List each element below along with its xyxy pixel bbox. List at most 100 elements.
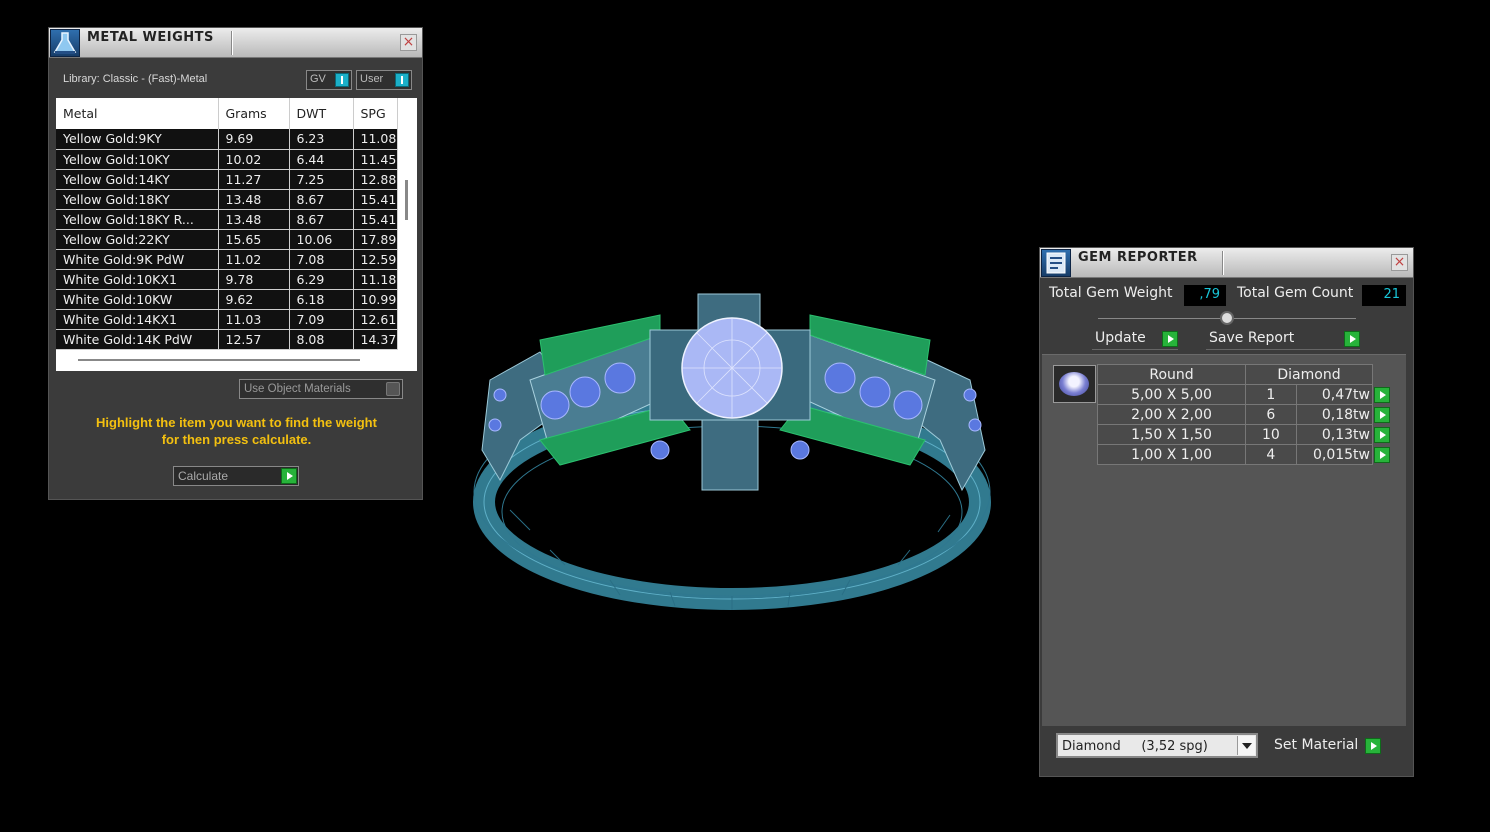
metal-name-cell: White Gold:10KW <box>56 289 219 310</box>
calculate-label: Calculate <box>178 469 229 483</box>
gem-size-cell: 2,00 X 2,00 <box>1097 404 1246 425</box>
chevron-down-icon[interactable] <box>1237 736 1255 755</box>
material-select[interactable]: Diamond (3,52 spg) <box>1056 733 1258 758</box>
gem-list-area: Round Diamond 5,00 X 5,00 1 0,47tw 2,00 X 2… <box>1042 354 1406 726</box>
metal-name-cell: White Gold:14K PdW <box>56 329 219 350</box>
set-material-label: Set Material <box>1274 737 1359 753</box>
calculate-button[interactable]: Calculate <box>173 466 299 486</box>
set-material-button[interactable]: Set Material <box>1271 737 1381 757</box>
gem-count-cell: 1 <box>1245 384 1297 405</box>
table-row[interactable]: White Gold:10KX1 9.78 6.29 11.18 <box>56 269 398 290</box>
table-row[interactable]: White Gold:14KX1 11.03 7.09 12.61 <box>56 309 398 330</box>
table-row[interactable]: 1,50 X 1,50 10 0,13tw <box>1097 424 1391 445</box>
grams-cell: 11.03 <box>218 309 290 330</box>
gem-reporter-close-button[interactable]: × <box>1391 254 1408 271</box>
select-gem-row-button[interactable] <box>1373 425 1391 445</box>
metal-weights-titlebar[interactable]: METAL WEIGHTS × <box>49 28 422 58</box>
dwt-cell: 8.67 <box>289 209 354 230</box>
slider-handle[interactable] <box>1220 311 1234 325</box>
horizontal-scrollbar[interactable] <box>78 359 360 361</box>
metal-table-header: Metal Grams DWT SPG <box>56 98 398 129</box>
material-select-value: Diamond (3,52 spg) <box>1062 739 1208 754</box>
round-gem-icon <box>1059 372 1089 396</box>
radio-dot-icon[interactable] <box>386 382 400 396</box>
update-button[interactable]: Update <box>1092 330 1178 350</box>
table-row[interactable]: Yellow Gold:14KY 11.27 7.25 12.88 <box>56 169 398 190</box>
select-gem-row-button[interactable] <box>1373 405 1391 425</box>
metal-name-cell: Yellow Gold:10KY <box>56 149 219 170</box>
table-row[interactable]: Yellow Gold:9KY 9.69 6.23 11.08 <box>56 129 398 150</box>
toggle-knob-icon <box>395 73 409 87</box>
library-label: Library: Classic - (Fast)-Metal <box>63 73 208 85</box>
dwt-cell: 6.18 <box>289 289 354 310</box>
user-toggle[interactable]: User <box>356 70 412 90</box>
table-row[interactable]: 5,00 X 5,00 1 0,47tw <box>1097 384 1391 405</box>
play-arrow-icon[interactable] <box>1374 386 1390 403</box>
save-report-button[interactable]: Save Report <box>1206 330 1360 350</box>
table-row[interactable]: Yellow Gold:18KY 13.48 8.67 15.41 <box>56 189 398 210</box>
user-toggle-label: User <box>360 73 384 85</box>
spg-cell: 12.88 <box>353 169 398 190</box>
total-gem-count-value: 21 <box>1362 285 1406 306</box>
gem-weight-cell: 0,18tw <box>1295 404 1374 425</box>
table-row[interactable]: White Gold:10KW 9.62 6.18 10.99 <box>56 289 398 310</box>
gem-size-cell: 5,00 X 5,00 <box>1097 384 1246 405</box>
gem-table: Round Diamond 5,00 X 5,00 1 0,47tw 2,00 X 2… <box>1097 364 1391 465</box>
play-arrow-icon[interactable] <box>1374 406 1390 423</box>
dwt-cell: 10.06 <box>289 229 354 250</box>
table-row[interactable]: 2,00 X 2,00 6 0,18tw <box>1097 404 1391 425</box>
table-row[interactable]: Yellow Gold:10KY 10.02 6.44 11.45 <box>56 149 398 170</box>
play-arrow-icon[interactable] <box>1365 738 1381 754</box>
calculate-hint: Highlight the item you want to find the … <box>63 414 410 448</box>
total-gem-weight-label: Total Gem Weight <box>1049 285 1173 301</box>
metal-name-cell: White Gold:14KX1 <box>56 309 219 330</box>
gem-reporter-titlebar[interactable]: GEM REPORTER × <box>1040 248 1413 278</box>
gem-reporter-panel: GEM REPORTER × Total Gem Weight ,79 Tota… <box>1039 247 1414 777</box>
column-header-metal[interactable]: Metal <box>56 98 219 129</box>
hint-line-2: for then press calculate. <box>161 432 312 447</box>
gem-table-header: Round Diamond <box>1097 364 1391 385</box>
gem-count-cell: 4 <box>1245 444 1297 465</box>
spg-cell: 11.45 <box>353 149 398 170</box>
play-arrow-icon[interactable] <box>1344 331 1360 347</box>
title-separator <box>231 31 233 55</box>
play-arrow-icon[interactable] <box>281 468 297 484</box>
table-row[interactable]: White Gold:9K PdW 11.02 7.08 12.59 <box>56 249 398 270</box>
metal-table: Metal Grams DWT SPG Yellow Gold:9KY 9.69 6… <box>56 98 398 350</box>
play-arrow-icon[interactable] <box>1374 446 1391 463</box>
gem-weight-cell: 0,13tw <box>1295 424 1374 445</box>
play-arrow-icon[interactable] <box>1162 331 1178 347</box>
select-gem-row-button[interactable] <box>1373 445 1391 465</box>
gem-report-icon <box>1041 249 1071 277</box>
grams-cell: 13.48 <box>218 189 290 210</box>
table-row[interactable]: 1,00 X 1,00 4 0,015tw <box>1097 444 1391 465</box>
gem-weight-cell: 0,47tw <box>1295 384 1374 405</box>
gem-thumbnail[interactable] <box>1053 365 1096 403</box>
3d-viewport[interactable] <box>470 280 1000 620</box>
grams-cell: 11.27 <box>218 169 290 190</box>
gv-toggle[interactable]: GV <box>306 70 352 90</box>
metal-name-cell: Yellow Gold:14KY <box>56 169 219 190</box>
table-row[interactable]: Yellow Gold:22KY 15.65 10.06 17.89 <box>56 229 398 250</box>
vertical-scrollbar[interactable] <box>405 180 408 220</box>
metal-name-cell: Yellow Gold:18KY R... <box>56 209 219 230</box>
grams-cell: 9.62 <box>218 289 290 310</box>
gem-size-cell: 1,50 X 1,50 <box>1097 424 1246 445</box>
spg-cell: 15.41 <box>353 209 398 230</box>
gem-count-cell: 10 <box>1245 424 1297 445</box>
dwt-cell: 8.67 <box>289 189 354 210</box>
table-row[interactable]: Yellow Gold:18KY R... 13.48 8.67 15.41 <box>56 209 398 230</box>
column-header-dwt[interactable]: DWT <box>289 98 354 129</box>
select-gem-row-button[interactable] <box>1373 385 1391 405</box>
grams-cell: 13.48 <box>218 209 290 230</box>
metal-table-container[interactable]: Metal Grams DWT SPG Yellow Gold:9KY 9.69 6… <box>56 98 417 371</box>
table-row[interactable]: White Gold:14K PdW 12.57 8.08 14.37 <box>56 329 398 350</box>
column-header-spg[interactable]: SPG <box>353 98 398 129</box>
total-gem-count-label: Total Gem Count <box>1237 285 1354 301</box>
use-object-materials-field[interactable]: Use Object Materials <box>239 379 403 399</box>
column-header-grams[interactable]: Grams <box>218 98 290 129</box>
metal-name-cell: Yellow Gold:18KY <box>56 189 219 210</box>
metal-weights-close-button[interactable]: × <box>400 34 417 51</box>
play-arrow-icon[interactable] <box>1374 426 1390 443</box>
spg-cell: 10.99 <box>353 289 398 310</box>
